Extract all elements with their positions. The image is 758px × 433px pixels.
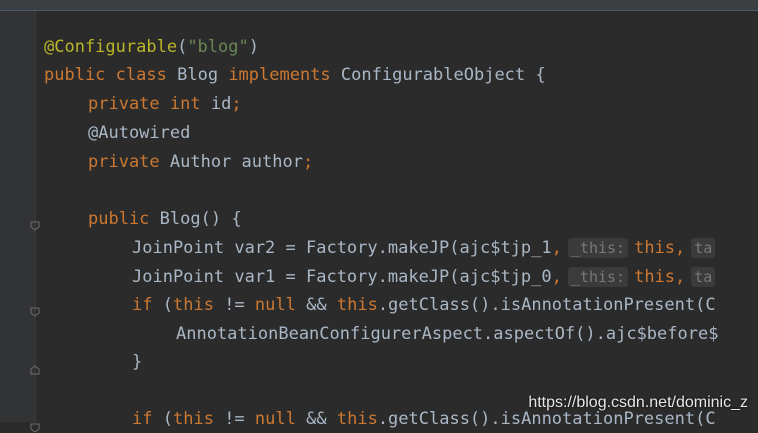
fold-marker-icon[interactable] xyxy=(30,221,40,231)
parameter-hint: ta xyxy=(691,238,716,258)
code-line[interactable]: private int id; xyxy=(88,90,242,118)
code-line[interactable]: JoinPoint var1 = Factory.makeJP(ajc$tjp_… xyxy=(132,263,721,291)
window-title-bar xyxy=(0,0,758,11)
annotation-token: @Configurable xyxy=(44,37,178,57)
fold-marker-icon[interactable] xyxy=(30,423,40,433)
code-line[interactable]: public Blog() { xyxy=(88,205,242,233)
code-line[interactable]: public class Blog implements Configurabl… xyxy=(44,61,546,89)
fold-marker-icon[interactable] xyxy=(30,307,40,317)
code-line[interactable]: @Configurable("blog") xyxy=(44,33,259,61)
watermark-url: https://blog.csdn.net/dominic_z xyxy=(528,394,748,411)
string-literal: "blog" xyxy=(187,37,249,57)
annotation-token: @Autowired xyxy=(88,123,191,143)
code-line[interactable]: private Author author; xyxy=(88,148,313,176)
code-line[interactable]: if (this != null && this.getClass().isAn… xyxy=(132,291,716,319)
fold-end-marker-icon[interactable] xyxy=(30,365,40,375)
code-line[interactable]: } xyxy=(132,348,142,376)
code-line[interactable]: AnnotationBeanConfigurerAspect.aspectOf(… xyxy=(176,320,718,348)
code-line[interactable]: JoinPoint var2 = Factory.makeJP(ajc$tjp_… xyxy=(132,234,721,262)
editor-gutter[interactable] xyxy=(0,11,40,433)
parameter-hint: ta xyxy=(691,267,716,287)
parameter-hint: _this: xyxy=(567,238,629,258)
code-line[interactable]: @Autowired xyxy=(88,119,190,147)
parameter-hint: _this: xyxy=(567,267,629,287)
